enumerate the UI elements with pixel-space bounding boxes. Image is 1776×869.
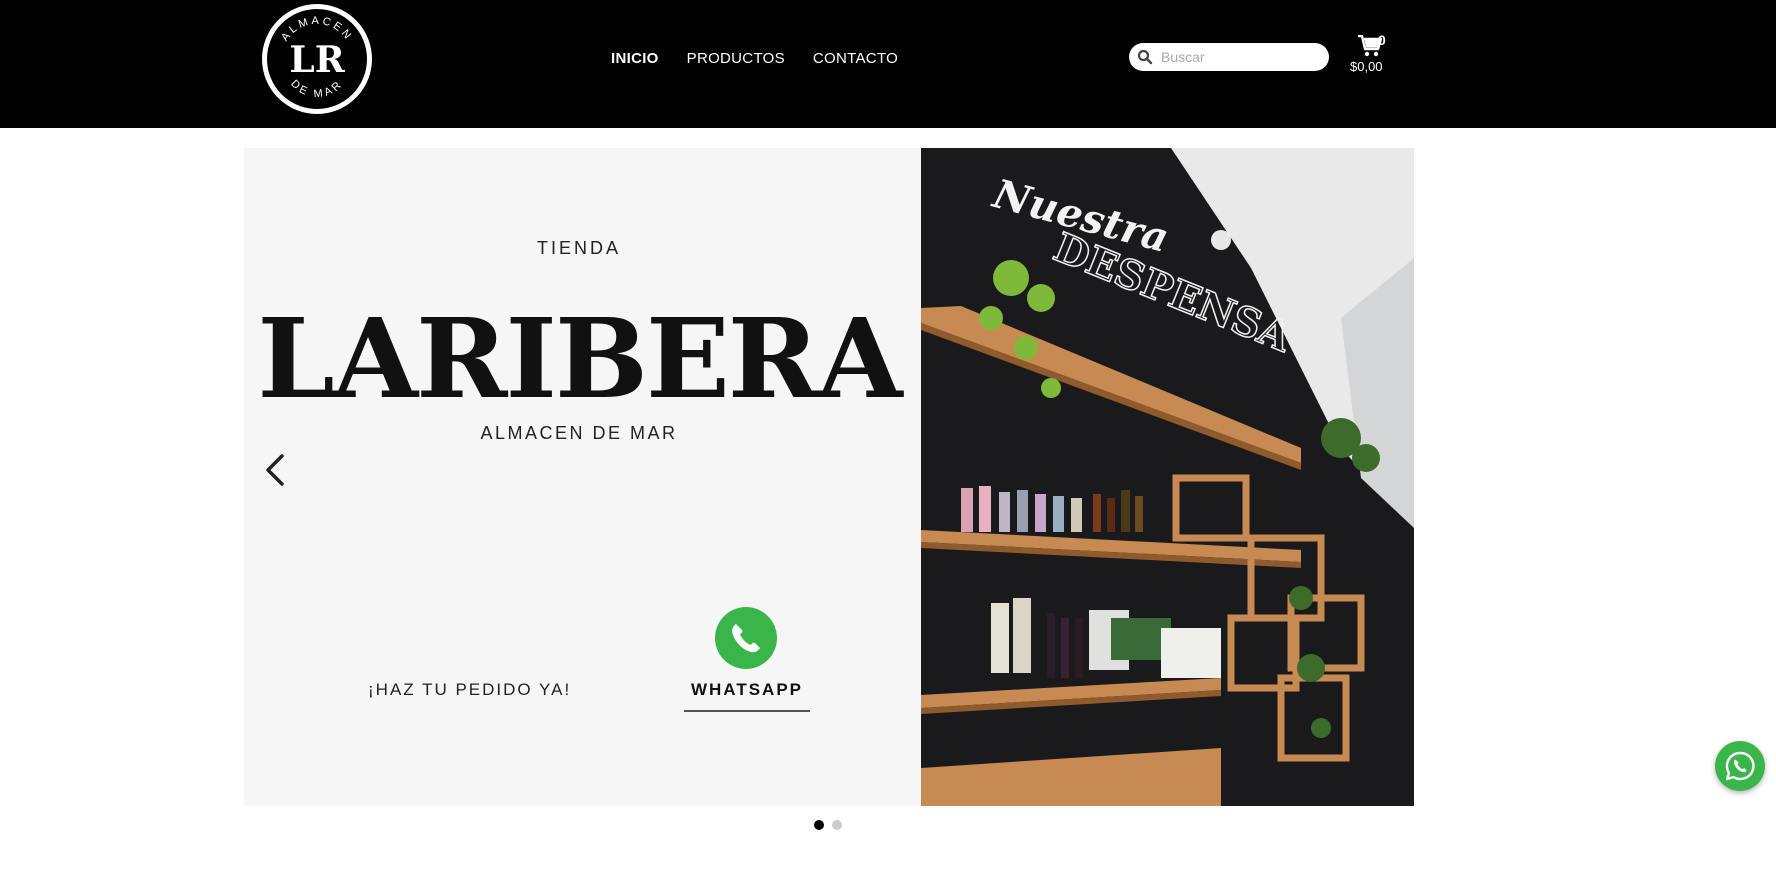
hero-text-panel: TIENDA LARIBERA ALMACEN DE MAR ¡HAZ TU P… (244, 148, 921, 806)
plants (979, 260, 1061, 398)
wood-crates (1172, 474, 1365, 762)
slider-dot-1[interactable] (814, 820, 824, 830)
slider-dots (814, 820, 842, 830)
hero-kicker: TIENDA (536, 238, 621, 258)
svg-text:DE MAR: DE MAR (288, 78, 345, 101)
slider-dot-2[interactable] (832, 820, 842, 830)
cart-widget[interactable]: 0 $0,00 (1350, 32, 1400, 78)
logo-bottom-text: DE MAR (288, 78, 342, 101)
cart-total: $0,00 (1350, 59, 1383, 74)
nav-item-inicio[interactable]: INICIO (611, 50, 659, 67)
hero-subtitle: ALMACEN DE MAR (480, 423, 678, 443)
hero-slider: TIENDA LARIBERA ALMACEN DE MAR ¡HAZ TU P… (244, 148, 1414, 806)
main-nav: INICIO PRODUCTOS CONTACTO (611, 50, 898, 67)
cart-count: 0 (1378, 32, 1386, 48)
logo-monogram: LR (289, 39, 345, 81)
whatsapp-underline (684, 710, 810, 712)
search-icon[interactable] (1137, 49, 1153, 65)
search-input[interactable] (1161, 46, 1321, 68)
plants-dark (1289, 418, 1380, 738)
bottles-row-1 (961, 486, 1143, 532)
whatsapp-float-button[interactable] (1715, 741, 1765, 791)
site-header: ALMACEN DE MAR LR INICIO PRODUCTOS CONTA… (0, 0, 1776, 128)
whatsapp-icon[interactable] (713, 605, 779, 671)
store-logo[interactable]: ALMACEN DE MAR LR (262, 4, 372, 114)
search-box (1129, 43, 1329, 71)
whatsapp-link[interactable]: WHATSAPP (684, 680, 810, 700)
hero-order-text: ¡HAZ TU PEDIDO YA! (368, 680, 572, 699)
whatsapp-float-icon (1725, 751, 1755, 781)
hero-brand-title: LARIBERA (257, 294, 902, 423)
slider-prev-arrow-icon[interactable] (262, 450, 292, 490)
bottles-row-2 (991, 598, 1221, 678)
nav-item-productos[interactable]: PRODUCTOS (687, 50, 785, 67)
nav-item-contacto[interactable]: CONTACTO (813, 50, 898, 67)
hero-photo-pantry: Nuestra DESPENSA (921, 148, 1414, 806)
